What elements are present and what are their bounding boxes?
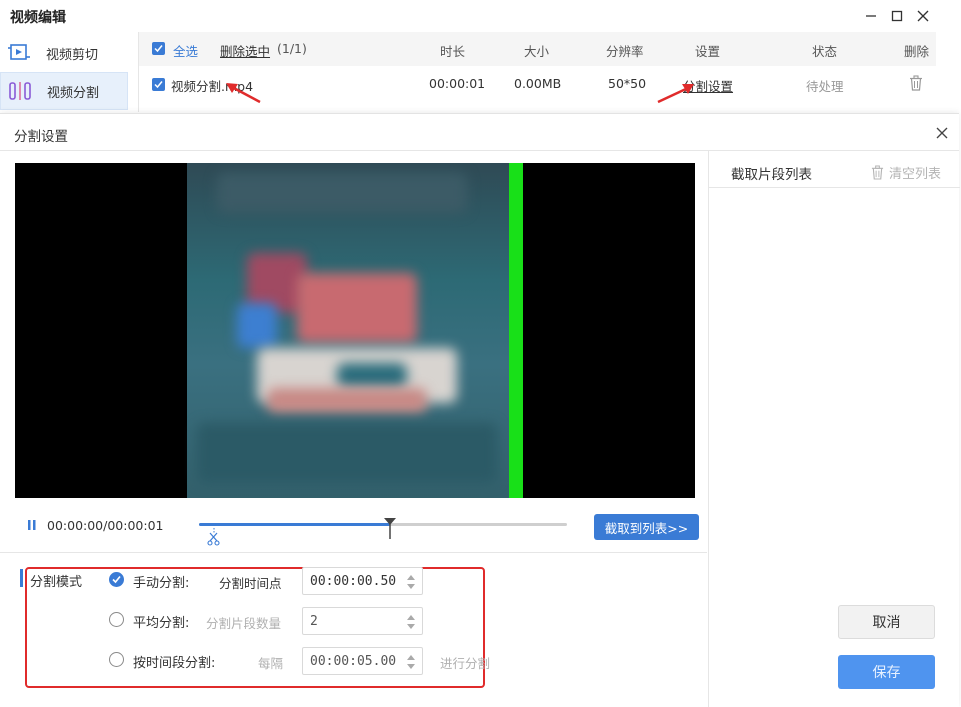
interval-input[interactable]: 00:00:05.00: [302, 647, 423, 675]
clear-list-label: 清空列表: [889, 167, 942, 182]
cut-to-list-button[interactable]: 截取到列表>>: [594, 514, 699, 540]
sidebar-item-label: 视频剪切: [46, 47, 99, 63]
split-point-input[interactable]: 00:00:00.50: [302, 567, 423, 595]
select-all-checkbox[interactable]: [152, 42, 165, 55]
interval-split-label: 按时间段分割:: [133, 656, 216, 671]
annotation-arrow-icon: [657, 84, 694, 104]
average-split-radio[interactable]: [109, 612, 124, 627]
row-checkbox[interactable]: [152, 78, 165, 91]
column-header-size: 大小: [524, 44, 550, 59]
video-frame: [187, 163, 509, 498]
video-edge-bar: [509, 163, 523, 498]
divider: [0, 552, 707, 553]
sidebar-item-label: 视频分割: [47, 85, 100, 101]
row-resolution: 50*50: [608, 76, 647, 91]
delete-selected-link[interactable]: 删除选中: [220, 41, 270, 60]
sidebar-item-video-split[interactable]: 视频分割: [0, 72, 128, 110]
interval-split-radio[interactable]: [109, 652, 124, 667]
trash-icon[interactable]: [909, 75, 923, 95]
title-bar: 视频编辑: [0, 0, 961, 32]
sidebar: 视频剪切 视频分割: [0, 32, 136, 112]
pause-icon[interactable]: [26, 518, 38, 536]
dialog-title: 分割设置: [14, 129, 68, 145]
file-count: (1/1): [277, 41, 307, 56]
perform-split-label: 进行分割: [440, 656, 491, 671]
close-icon[interactable]: [911, 4, 935, 28]
average-split-label: 平均分割:: [133, 616, 190, 631]
video-cut-icon: [6, 42, 32, 64]
cancel-button[interactable]: 取消: [838, 605, 935, 639]
column-header-settings: 设置: [695, 44, 721, 59]
row-status: 待处理: [806, 79, 844, 94]
column-header-status: 状态: [812, 44, 838, 59]
interval-value: 00:00:05.00: [310, 653, 397, 669]
manual-split-radio[interactable]: [109, 572, 124, 587]
minimize-icon[interactable]: [859, 4, 883, 28]
seek-bar-progress: [199, 523, 390, 526]
clip-list-title: 截取片段列表: [731, 167, 812, 183]
video-preview: [15, 163, 695, 498]
dialog-close-icon[interactable]: [931, 122, 953, 144]
select-all-label[interactable]: 全选: [173, 41, 198, 60]
spinner-arrows-icon[interactable]: [406, 613, 416, 631]
segment-count-label: 分割片段数量: [206, 616, 282, 631]
section-marker: [20, 569, 23, 587]
split-point-label: 分割时间点: [219, 576, 282, 591]
file-table-header: 全选 删除选中 (1/1) 时长 大小 分辨率 设置 状态 删除: [139, 32, 936, 66]
manual-split-label: 手动分割:: [133, 576, 190, 591]
row-duration: 00:00:01: [429, 76, 486, 91]
seek-handle[interactable]: [383, 516, 397, 540]
row-size: 0.00MB: [514, 76, 562, 91]
sidebar-item-video-cut[interactable]: 视频剪切: [0, 34, 128, 72]
trash-icon: [871, 165, 884, 180]
app-title: 视频编辑: [10, 10, 66, 26]
clear-list-button[interactable]: 清空列表: [871, 163, 941, 182]
column-header-resolution: 分辨率: [606, 44, 644, 59]
playback-timecode: 00:00:00/00:00:01: [47, 518, 164, 533]
maximize-icon[interactable]: [885, 4, 909, 28]
split-point-value: 00:00:00.50: [310, 573, 397, 589]
every-label: 每隔: [258, 656, 284, 671]
spinner-arrows-icon[interactable]: [406, 573, 416, 591]
divider: [709, 187, 960, 188]
column-header-delete: 删除: [904, 44, 930, 59]
spinner-arrows-icon[interactable]: [406, 653, 416, 671]
scissors-icon: [207, 528, 220, 546]
save-button[interactable]: 保存: [838, 655, 935, 689]
segment-count-input[interactable]: 2: [302, 607, 423, 635]
segment-count-value: 2: [310, 613, 318, 629]
video-editor-app: 视频编辑 视频剪切 视频分割 全选 删除选中 (1/1) 时长 大小 分辨率 设…: [0, 0, 961, 707]
annotation-arrow-icon: [226, 83, 261, 104]
video-split-icon: [7, 80, 33, 102]
column-header-duration: 时长: [440, 44, 466, 59]
